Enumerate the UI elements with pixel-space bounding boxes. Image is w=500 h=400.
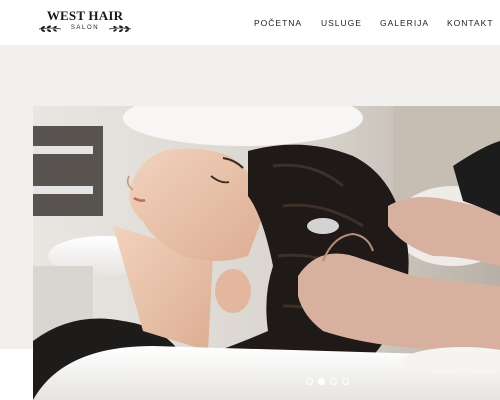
slider-dot-1[interactable] [306,378,313,385]
slider-dot-3[interactable] [330,378,337,385]
nav-item-usluge[interactable]: USLUGE [321,18,362,28]
hero-slider-image [33,106,500,400]
site-header: WEST HAIR SALON POČETNA USLUGE GALERIJA … [0,0,500,45]
nav-item-kontakt[interactable]: KONTAKT [447,18,494,28]
nav-item-galerija[interactable]: GALERIJA [380,18,429,28]
nav-item-pocetna[interactable]: POČETNA [254,18,302,28]
leaf-ornament-right-icon [108,25,132,32]
slider-dot-2[interactable] [318,378,325,385]
logo-title: WEST HAIR [46,8,124,23]
hair-wash-illustration [33,106,500,400]
slider-dot-4[interactable] [342,378,349,385]
logo[interactable]: WEST HAIR SALON [37,9,133,37]
